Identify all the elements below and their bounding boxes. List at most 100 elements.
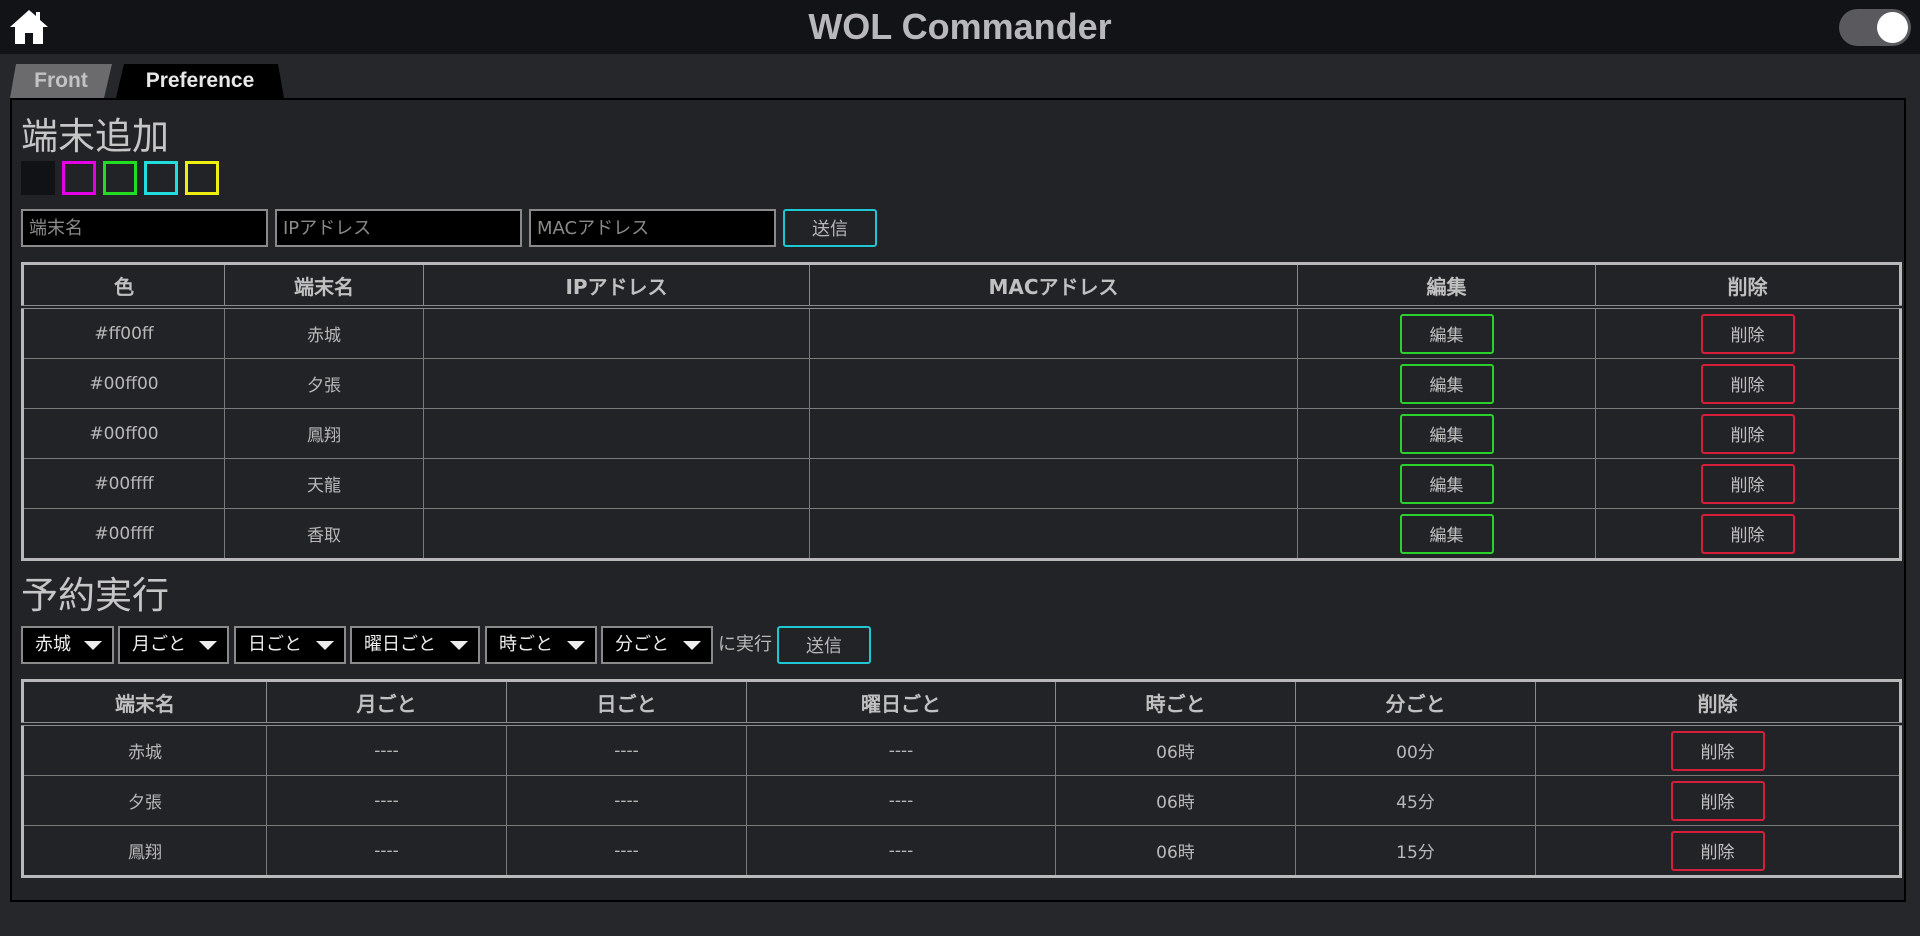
chevron-down-icon: [683, 641, 701, 650]
device-ip: [423, 306, 810, 359]
schedule-month: ----: [266, 825, 507, 877]
col-header-minute: 分ごと: [1295, 680, 1536, 726]
device-select[interactable]: 赤城: [21, 626, 114, 664]
edit-button[interactable]: 編集: [1399, 463, 1494, 504]
delete-button[interactable]: 削除: [1670, 730, 1765, 771]
color-swatch-black[interactable]: [21, 161, 55, 195]
table-row: #00ff00 鳳翔 編集 削除: [22, 408, 1901, 459]
schedule-name: 夕張: [22, 775, 267, 826]
color-swatch-cyan[interactable]: [144, 161, 178, 195]
mac-address-input[interactable]: [529, 209, 776, 247]
col-header-name: 端末名: [224, 263, 424, 309]
minute-select[interactable]: 分ごと: [601, 626, 713, 664]
device-ip: [423, 358, 810, 409]
table-row: 夕張 ---- ---- ---- 06時 45分 削除: [22, 775, 1901, 826]
schedule-name: 鳳翔: [22, 825, 267, 877]
device-mac: [809, 306, 1298, 359]
device-mac: [809, 358, 1298, 409]
device-color: #00ffff: [22, 458, 225, 509]
device-name: 夕張: [224, 358, 424, 409]
tab-preference[interactable]: Preference: [116, 64, 284, 98]
delete-button[interactable]: 削除: [1700, 413, 1795, 454]
table-row: #00ffff 香取 編集 削除: [22, 508, 1901, 560]
col-header-ip: IPアドレス: [423, 263, 810, 309]
schedule-name: 赤城: [22, 723, 267, 776]
device-mac: [809, 508, 1298, 560]
col-header-day: 日ごと: [506, 680, 747, 726]
schedule-day: ----: [506, 825, 747, 877]
device-color: #00ffff: [22, 508, 225, 560]
schedule-weekday: ----: [746, 775, 1056, 826]
ip-address-input[interactable]: [275, 209, 522, 247]
delete-button[interactable]: 削除: [1700, 363, 1795, 404]
home-icon[interactable]: [8, 8, 50, 46]
device-table-header: 色 端末名 IPアドレス MACアドレス 編集 削除: [22, 263, 1901, 309]
device-color: #00ff00: [22, 408, 225, 459]
col-header-month: 月ごと: [266, 680, 507, 726]
schedule-table-header: 端末名 月ごと 日ごと 曜日ごと 時ごと 分ごと 削除: [22, 680, 1901, 726]
device-name-input[interactable]: [21, 209, 268, 247]
col-header-delete: 削除: [1535, 680, 1901, 726]
exec-label: に実行: [718, 634, 772, 655]
device-mac: [809, 458, 1298, 509]
col-header-name: 端末名: [22, 680, 267, 726]
col-header-edit: 編集: [1297, 263, 1596, 309]
edit-button[interactable]: 編集: [1399, 413, 1494, 454]
delete-button[interactable]: 削除: [1700, 513, 1795, 554]
schedule-submit-button[interactable]: 送信: [777, 626, 871, 664]
hour-select[interactable]: 時ごと: [485, 626, 597, 664]
chevron-down-icon: [450, 641, 468, 650]
col-header-color: 色: [22, 263, 225, 309]
device-submit-button[interactable]: 送信: [783, 209, 877, 247]
device-add-title: 端末追加: [21, 115, 169, 158]
device-ip: [423, 458, 810, 509]
device-name: 鳳翔: [224, 408, 424, 459]
device-name: 香取: [224, 508, 424, 560]
schedule-day: ----: [506, 775, 747, 826]
chevron-down-icon: [84, 641, 102, 650]
col-header-delete: 削除: [1595, 263, 1901, 309]
color-swatch-yellow[interactable]: [185, 161, 219, 195]
col-header-hour: 時ごと: [1055, 680, 1296, 726]
weekday-select[interactable]: 曜日ごと: [350, 626, 480, 664]
schedule-weekday: ----: [746, 723, 1056, 776]
edit-button[interactable]: 編集: [1399, 363, 1494, 404]
edit-button[interactable]: 編集: [1399, 513, 1494, 554]
delete-button[interactable]: 削除: [1670, 830, 1765, 871]
delete-button[interactable]: 削除: [1670, 780, 1765, 821]
schedule-hour: 06時: [1055, 775, 1296, 826]
edit-button[interactable]: 編集: [1399, 313, 1494, 354]
table-row: #00ff00 夕張 編集 削除: [22, 358, 1901, 409]
table-row: 赤城 ---- ---- ---- 06時 00分 削除: [22, 723, 1901, 776]
tab-front[interactable]: Front: [10, 64, 112, 98]
col-header-mac: MACアドレス: [809, 263, 1298, 309]
minute-select-value: 分ごと: [615, 634, 669, 655]
device-ip: [423, 508, 810, 560]
schedule-day: ----: [506, 723, 747, 776]
theme-toggle[interactable]: [1839, 9, 1911, 46]
table-row: #ff00ff 赤城 編集 削除: [22, 306, 1901, 359]
toggle-knob: [1877, 12, 1908, 43]
schedule-minute: 45分: [1295, 775, 1536, 826]
delete-button[interactable]: 削除: [1700, 313, 1795, 354]
device-select-value: 赤城: [35, 634, 71, 655]
chevron-down-icon: [567, 641, 585, 650]
color-swatch-magenta[interactable]: [62, 161, 96, 195]
weekday-select-value: 曜日ごと: [364, 634, 436, 655]
table-row: 鳳翔 ---- ---- ---- 06時 15分 削除: [22, 825, 1901, 877]
device-name: 赤城: [224, 306, 424, 359]
month-select[interactable]: 月ごと: [118, 626, 229, 664]
device-mac: [809, 408, 1298, 459]
device-ip: [423, 408, 810, 459]
day-select[interactable]: 日ごと: [234, 626, 346, 664]
schedule-table: 端末名 月ごと 日ごと 曜日ごと 時ごと 分ごと 削除 赤城 ---- ----…: [21, 679, 1902, 878]
schedule-month: ----: [266, 723, 507, 776]
device-color: #00ff00: [22, 358, 225, 409]
color-swatch-green[interactable]: [103, 161, 137, 195]
device-color: #ff00ff: [22, 306, 225, 359]
hour-select-value: 時ごと: [499, 634, 553, 655]
delete-button[interactable]: 削除: [1700, 463, 1795, 504]
chevron-down-icon: [316, 641, 334, 650]
schedule-minute: 15分: [1295, 825, 1536, 877]
schedule-minute: 00分: [1295, 723, 1536, 776]
